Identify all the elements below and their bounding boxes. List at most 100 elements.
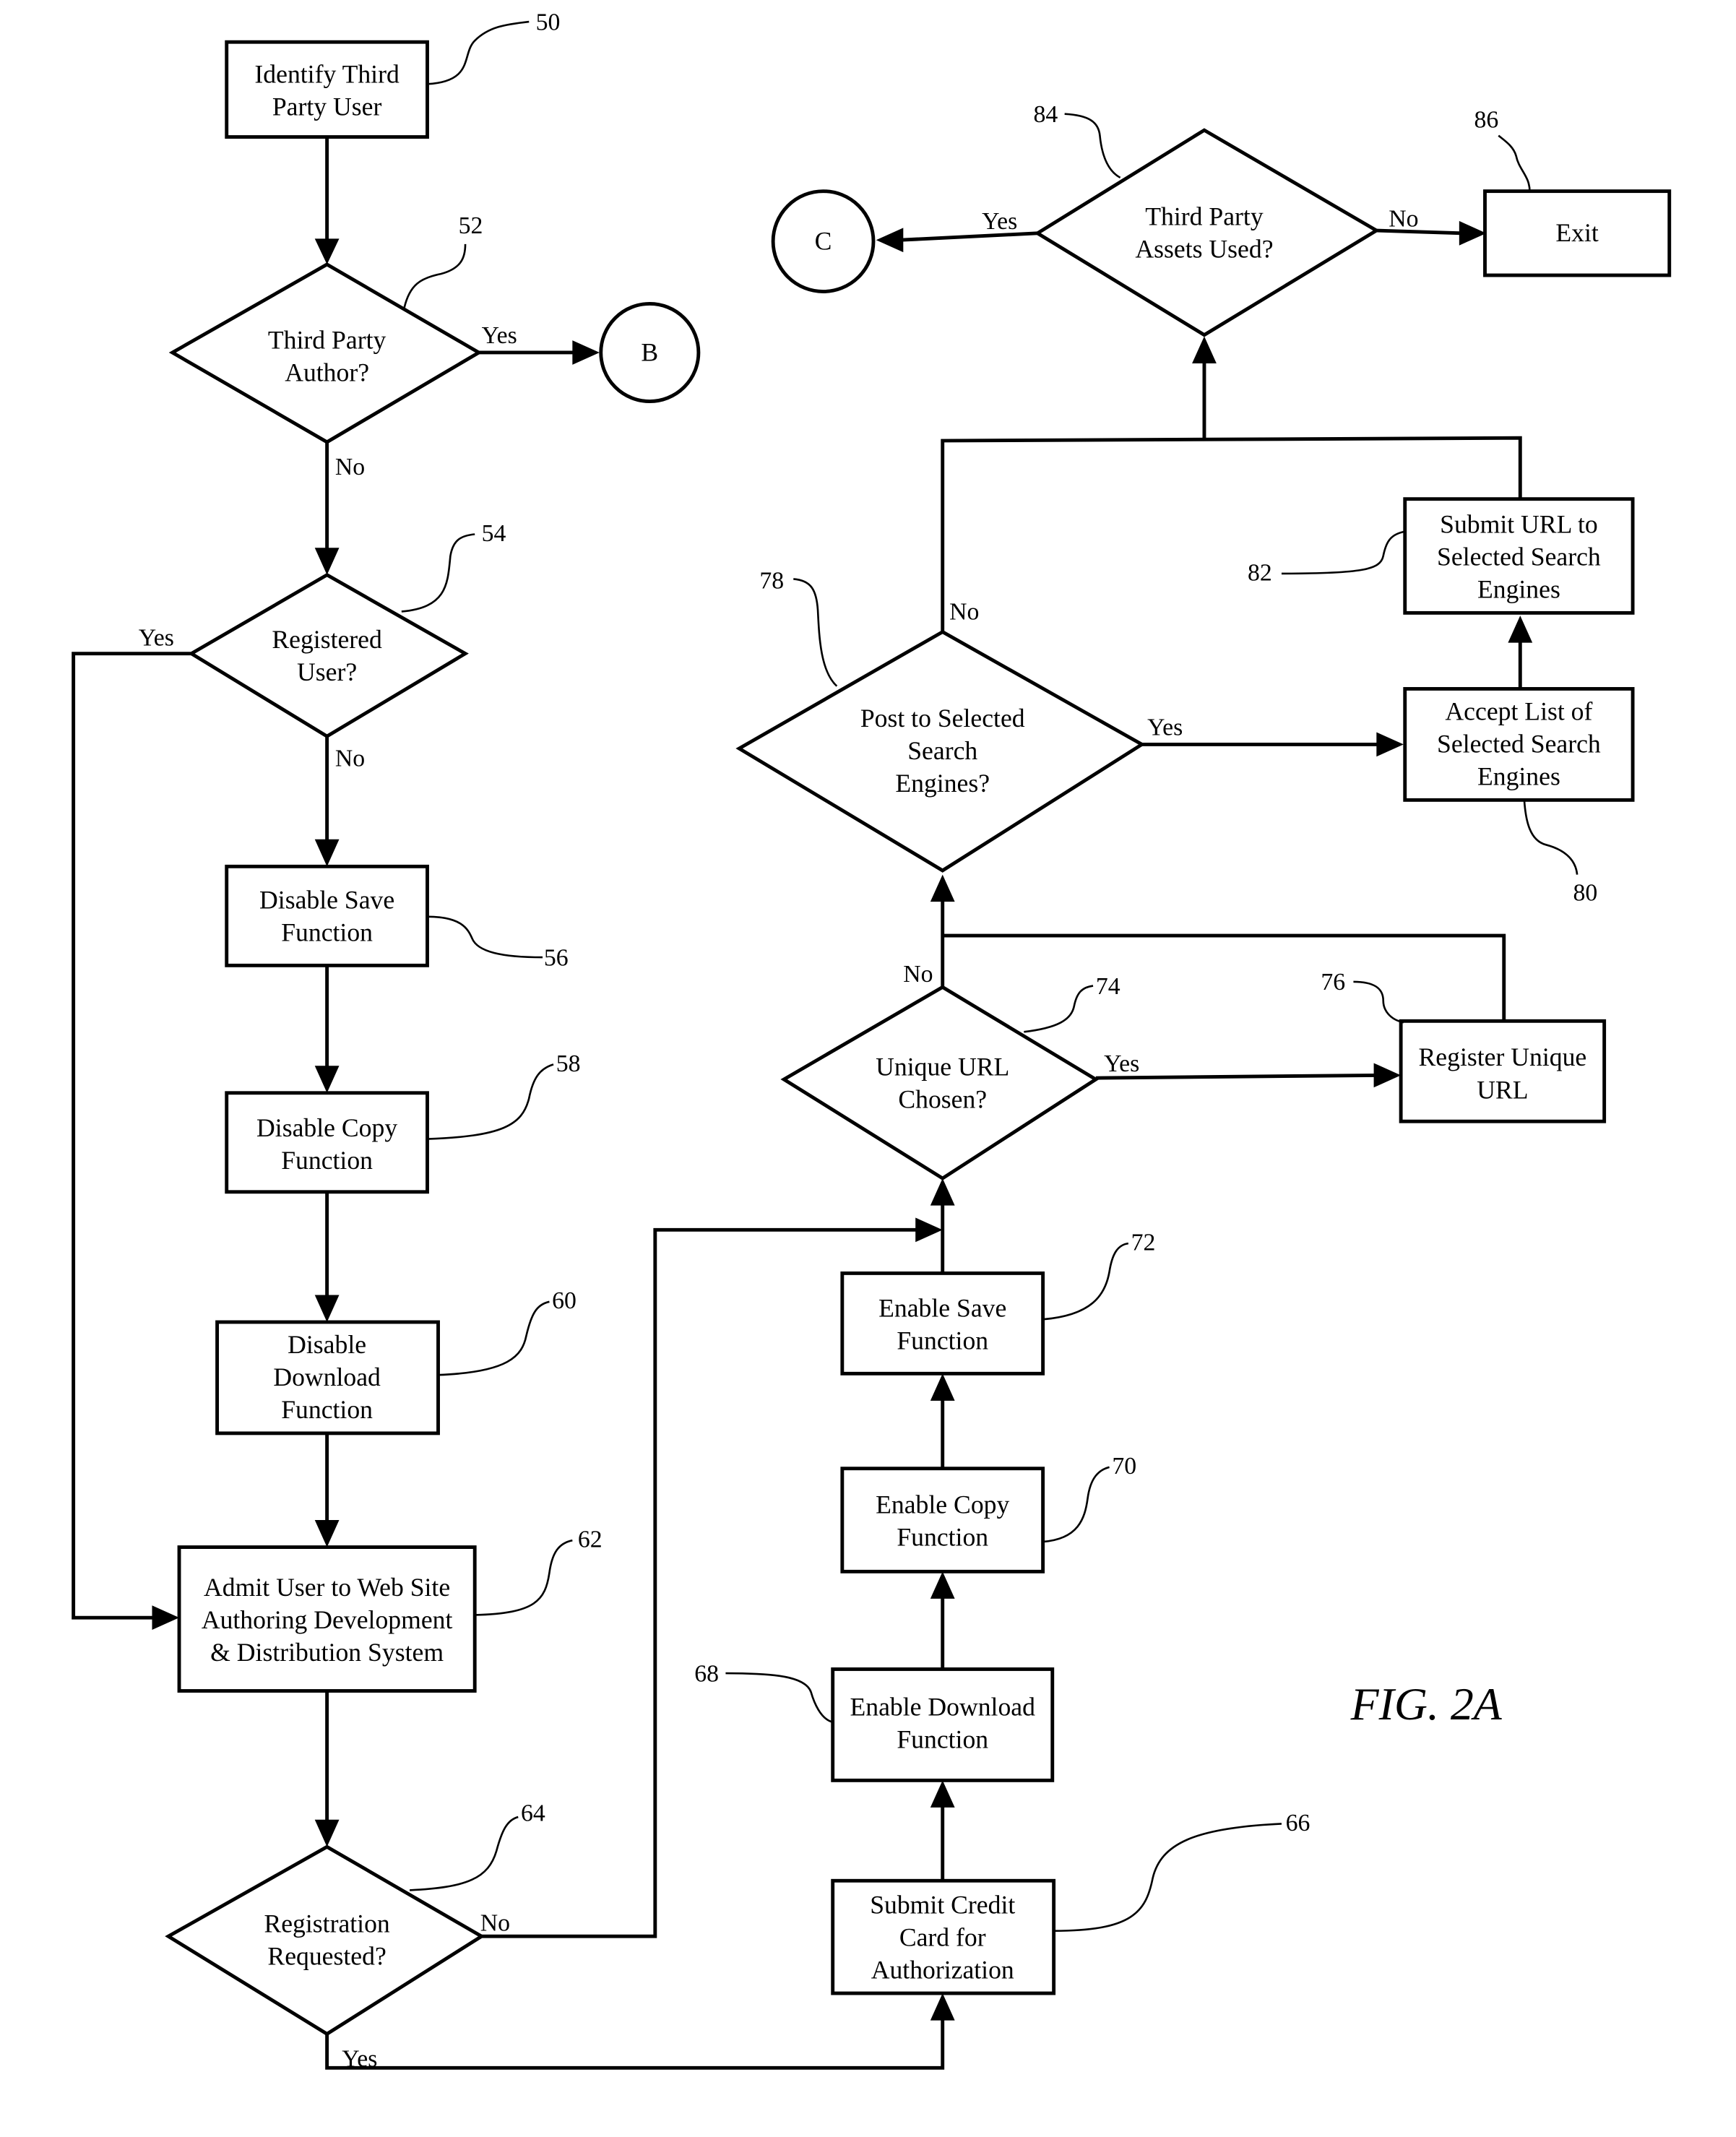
- node-text: User?: [297, 657, 357, 686]
- edge-label-no: No: [903, 961, 933, 988]
- process-box-submit-url: Submit URL to Selected Search Engines: [1403, 497, 1635, 615]
- decision-registered-user: Registered User?: [188, 572, 469, 739]
- node-text: Register Unique: [1419, 1042, 1587, 1071]
- process-box-register-unique-url: Register Unique URL: [1399, 1019, 1607, 1123]
- edge-label-no: No: [480, 1910, 510, 1937]
- arrowhead: [930, 1993, 955, 2021]
- node-text: Authoring Development: [202, 1605, 453, 1634]
- edge-label-yes: Yes: [482, 322, 517, 349]
- node-text: Accept List of: [1445, 697, 1592, 726]
- ref-number: 56: [544, 944, 569, 971]
- arrowhead: [1508, 616, 1533, 643]
- leader-line: [1523, 800, 1579, 875]
- node-text: Registered: [272, 625, 382, 654]
- leader-line: [1353, 980, 1404, 1024]
- node-text: Download: [273, 1363, 381, 1391]
- edge-76-78: [942, 933, 1506, 1022]
- ref-number: 86: [1474, 106, 1498, 133]
- node-text: Party User: [272, 92, 382, 121]
- leader-line: [403, 243, 467, 308]
- ref-number: 74: [1096, 973, 1120, 1000]
- node-text: Engines: [1477, 762, 1560, 791]
- process-box-admit-user: Admit User to Web Site Authoring Develop…: [177, 1545, 477, 1693]
- node-text: Exit: [1555, 218, 1599, 247]
- process-box-enable-download: Enable Download Function: [831, 1667, 1055, 1782]
- edge-label-yes: Yes: [982, 208, 1017, 235]
- leader-line: [438, 1300, 550, 1376]
- leader-line: [1053, 1823, 1282, 1933]
- process-box-accept-search-engines: Accept List of Selected Search Engines: [1403, 687, 1635, 802]
- arrowhead: [152, 1605, 180, 1631]
- edge-label-yes: Yes: [342, 2045, 377, 2072]
- process-box-disable-save: Disable Save Function: [225, 864, 429, 967]
- node-text: Chosen?: [898, 1084, 987, 1113]
- connector-B[interactable]: B: [599, 301, 701, 404]
- process-box-enable-save: Enable Save Function: [840, 1271, 1045, 1376]
- leader-line: [427, 915, 543, 959]
- leader-line: [1281, 530, 1406, 575]
- node-text: Third Party: [268, 325, 387, 354]
- edge-label-yes: Yes: [1104, 1050, 1139, 1077]
- edge-label-no: No: [949, 599, 979, 626]
- leader-line: [725, 1672, 834, 1723]
- node-text: Function: [281, 1395, 373, 1424]
- leader-line: [1498, 134, 1531, 191]
- leader-line: [410, 1816, 519, 1891]
- arrowhead: [930, 874, 955, 902]
- arrowhead: [930, 1780, 955, 1808]
- arrowhead: [572, 340, 600, 365]
- edge-label-no: No: [1389, 205, 1418, 232]
- node-text: Enable Save: [878, 1293, 1006, 1322]
- node-text: Function: [281, 918, 373, 947]
- leader-line: [427, 1063, 554, 1140]
- node-text: Function: [897, 1326, 988, 1355]
- leader-line: [1042, 1242, 1129, 1321]
- ref-number: 68: [694, 1660, 719, 1687]
- process-box-disable-copy: Disable Copy Function: [225, 1091, 429, 1194]
- arrowhead: [314, 1819, 340, 1847]
- arrowhead: [314, 1520, 340, 1547]
- ref-number: 70: [1112, 1453, 1136, 1480]
- arrowhead: [876, 228, 904, 253]
- arrowhead: [1373, 1063, 1402, 1088]
- node-text: Disable Copy: [256, 1113, 397, 1142]
- leader-line: [793, 578, 838, 687]
- ref-number: 60: [552, 1287, 576, 1314]
- ref-number: 76: [1321, 969, 1345, 996]
- leader-line: [475, 1539, 573, 1616]
- leader-line: [1064, 113, 1121, 179]
- edge-label-no: No: [335, 454, 365, 480]
- ref-number: 52: [459, 212, 483, 239]
- edge-label-yes: Yes: [1147, 714, 1183, 741]
- node-text: Identify Third: [254, 59, 400, 88]
- node-text: Selected Search: [1437, 730, 1601, 759]
- node-text: Disable: [288, 1330, 366, 1359]
- ref-number: 80: [1573, 879, 1597, 906]
- leader-line: [1042, 1466, 1110, 1543]
- ref-number: 58: [556, 1050, 581, 1077]
- node-text: Function: [897, 1724, 988, 1753]
- node-text: Enable Copy: [876, 1490, 1009, 1519]
- ref-number: 50: [536, 9, 561, 35]
- arrowhead: [1459, 220, 1487, 246]
- leader-line: [401, 533, 475, 613]
- decision-registration-requested: Registration Requested?: [165, 1844, 485, 2037]
- arrowhead: [930, 1571, 955, 1599]
- decision-unique-url-chosen: Unique URL Chosen?: [780, 985, 1100, 1180]
- ref-number: 62: [578, 1527, 603, 1553]
- leader-line: [1024, 985, 1094, 1033]
- connector-label: B: [641, 337, 658, 366]
- node-text: Enable Download: [850, 1692, 1035, 1721]
- ref-number: 64: [521, 1800, 545, 1827]
- connector-label: C: [815, 226, 832, 255]
- process-box-enable-copy: Enable Copy Function: [840, 1467, 1045, 1573]
- ref-number: 82: [1248, 559, 1272, 586]
- connector-C[interactable]: C: [771, 189, 876, 293]
- ref-number: 78: [759, 568, 784, 595]
- decision-post-to-search-engines: Post to Selected Search Engines?: [735, 629, 1146, 873]
- node-text: Assets Used?: [1135, 235, 1273, 264]
- node-text: Unique URL: [876, 1052, 1009, 1081]
- edge-label-no: No: [335, 745, 365, 772]
- node-text: Registration: [264, 1909, 389, 1938]
- node-text: URL: [1477, 1075, 1528, 1104]
